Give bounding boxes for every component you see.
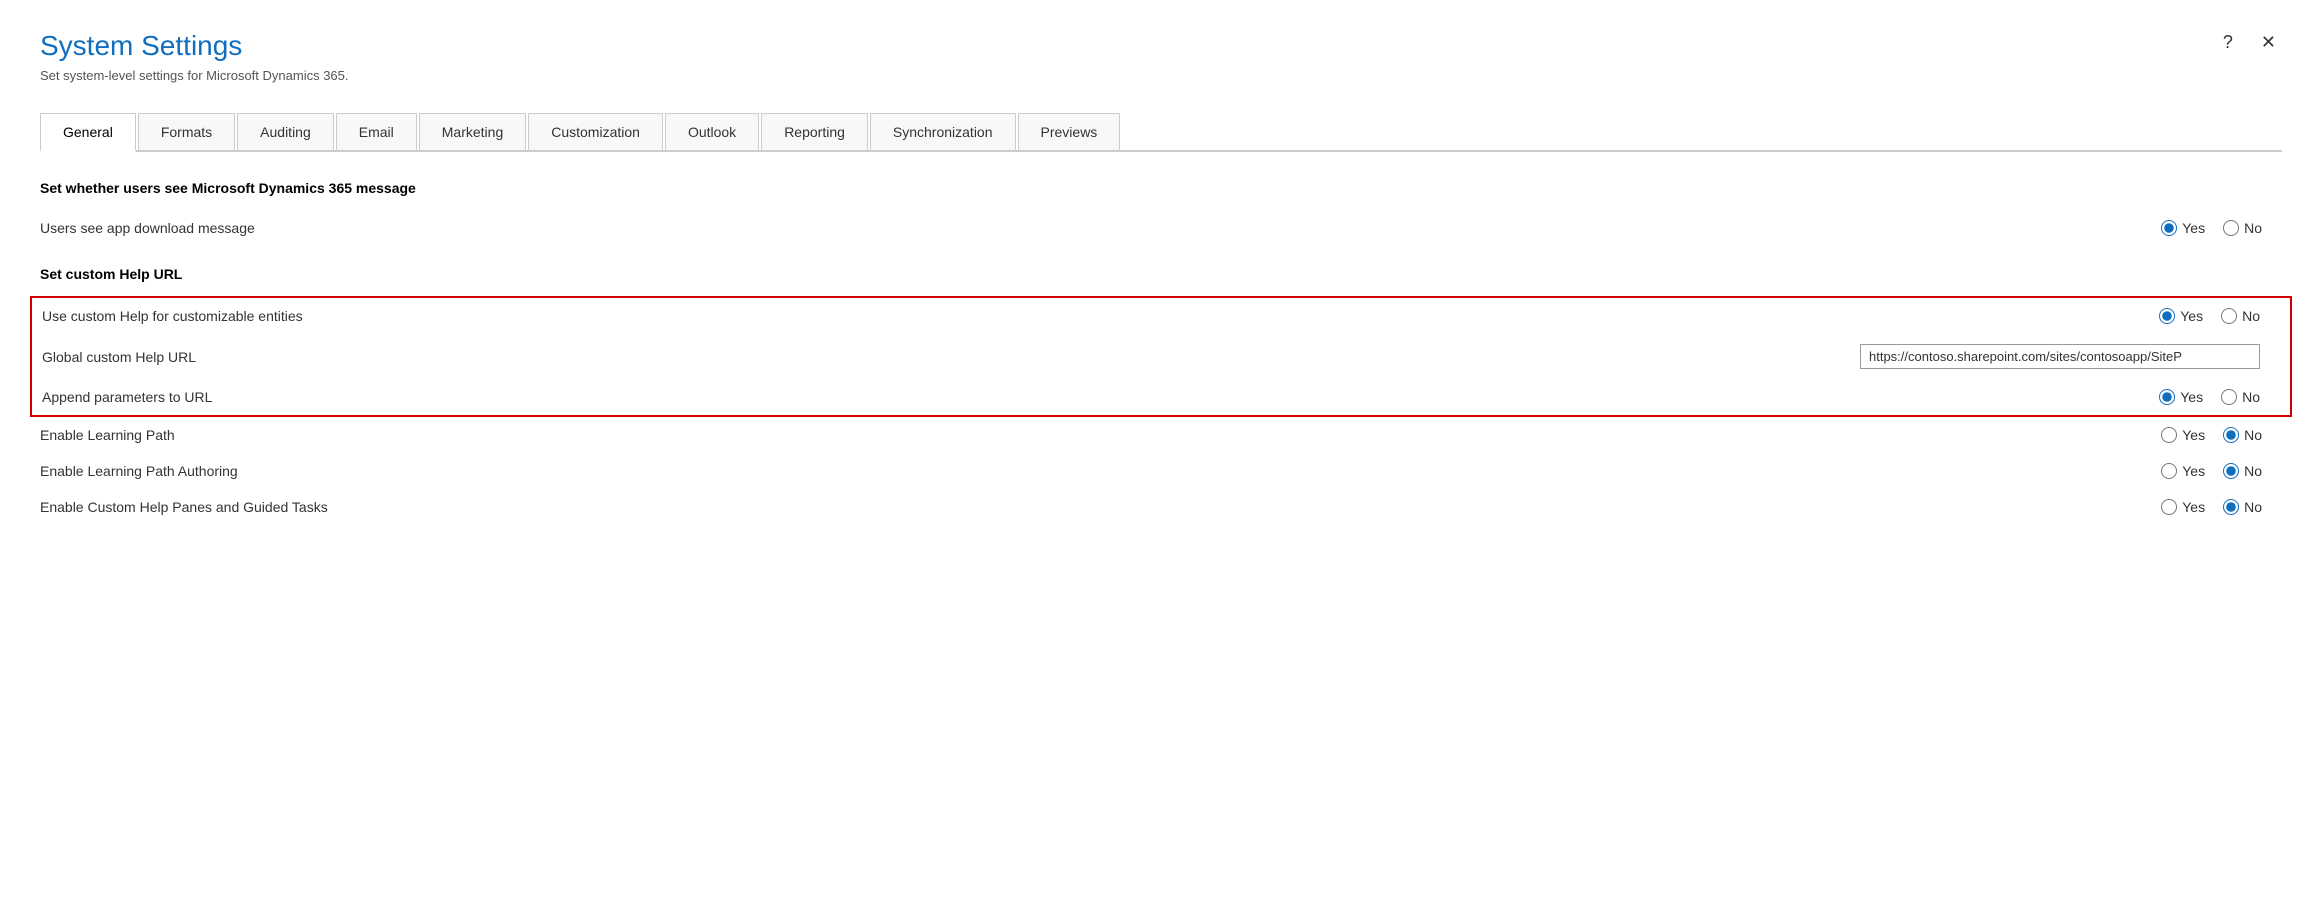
app-download-yes-label: Yes: [2182, 220, 2205, 236]
use-custom-help-no-label: No: [2242, 308, 2260, 324]
tab-email[interactable]: Email: [336, 113, 417, 150]
use-custom-help-control: Yes No: [2000, 308, 2280, 324]
enable-custom-help-panes-label: Enable Custom Help Panes and Guided Task…: [40, 499, 2002, 515]
app-download-message-label: Users see app download message: [40, 220, 2002, 236]
enable-learning-path-authoring-control: Yes No: [2002, 463, 2282, 479]
enable-learning-path-yes-label: Yes: [2182, 427, 2205, 443]
append-params-no-label: No: [2242, 389, 2260, 405]
page-container: ? ✕ System Settings Set system-level set…: [0, 0, 2322, 525]
enable-chp-no-radio[interactable]: [2223, 499, 2239, 515]
use-custom-help-row: Use custom Help for customizable entitie…: [42, 298, 2280, 334]
enable-lpa-yes-option[interactable]: Yes: [2161, 463, 2205, 479]
enable-custom-help-panes-row: Enable Custom Help Panes and Guided Task…: [40, 489, 2282, 525]
enable-learning-path-authoring-radio-group: Yes No: [2161, 463, 2262, 479]
app-download-message-control: Yes No: [2002, 220, 2282, 236]
custom-help-section-wrapper: Set custom Help URL Use custom Help for …: [40, 266, 2282, 417]
app-download-no-option[interactable]: No: [2223, 220, 2262, 236]
tab-outlook[interactable]: Outlook: [665, 113, 759, 150]
tabs-container: GeneralFormatsAuditingEmailMarketingCust…: [40, 113, 2282, 152]
enable-learning-path-no-label: No: [2244, 427, 2262, 443]
page-title: System Settings: [40, 30, 2282, 62]
window-controls: ? ✕: [2217, 30, 2282, 55]
use-custom-help-no-radio[interactable]: [2221, 308, 2237, 324]
global-help-url-label: Global custom Help URL: [42, 349, 1860, 365]
page-subtitle: Set system-level settings for Microsoft …: [40, 68, 2282, 83]
tab-auditing[interactable]: Auditing: [237, 113, 334, 150]
enable-chp-yes-option[interactable]: Yes: [2161, 499, 2205, 515]
enable-learning-path-yes-radio[interactable]: [2161, 427, 2177, 443]
app-download-message-row: Users see app download message Yes No: [40, 210, 2282, 246]
tab-reporting[interactable]: Reporting: [761, 113, 868, 150]
dynamics-message-section: Set whether users see Microsoft Dynamics…: [40, 180, 2282, 246]
use-custom-help-radio-group: Yes No: [2159, 308, 2260, 324]
enable-custom-help-panes-control: Yes No: [2002, 499, 2282, 515]
append-params-yes-label: Yes: [2180, 389, 2203, 405]
enable-chp-yes-label: Yes: [2182, 499, 2205, 515]
enable-custom-help-panes-radio-group: Yes No: [2161, 499, 2262, 515]
app-download-message-radio-group: Yes No: [2161, 220, 2262, 236]
enable-learning-path-no-radio[interactable]: [2223, 427, 2239, 443]
enable-learning-path-authoring-label: Enable Learning Path Authoring: [40, 463, 2002, 479]
use-custom-help-label: Use custom Help for customizable entitie…: [42, 308, 2000, 324]
tab-synchronization[interactable]: Synchronization: [870, 113, 1016, 150]
use-custom-help-yes-option[interactable]: Yes: [2159, 308, 2203, 324]
append-params-control: Yes No: [2000, 389, 2280, 405]
enable-lpa-no-option[interactable]: No: [2223, 463, 2262, 479]
append-params-yes-option[interactable]: Yes: [2159, 389, 2203, 405]
header-area: System Settings Set system-level setting…: [40, 30, 2282, 83]
append-params-row: Append parameters to URL Yes No: [42, 379, 2280, 415]
help-button[interactable]: ?: [2217, 30, 2239, 55]
close-button[interactable]: ✕: [2255, 30, 2282, 55]
enable-learning-path-control: Yes No: [2002, 427, 2282, 443]
use-custom-help-yes-radio[interactable]: [2159, 308, 2175, 324]
enable-learning-path-yes-option[interactable]: Yes: [2161, 427, 2205, 443]
dynamics-message-heading: Set whether users see Microsoft Dynamics…: [40, 180, 2282, 196]
custom-help-highlighted-section: Use custom Help for customizable entitie…: [30, 296, 2292, 417]
enable-learning-path-authoring-row: Enable Learning Path Authoring Yes No: [40, 453, 2282, 489]
app-download-no-radio[interactable]: [2223, 220, 2239, 236]
tab-previews[interactable]: Previews: [1018, 113, 1121, 150]
enable-learning-path-label: Enable Learning Path: [40, 427, 2002, 443]
content-area: Set whether users see Microsoft Dynamics…: [40, 152, 2282, 525]
enable-lpa-no-radio[interactable]: [2223, 463, 2239, 479]
append-params-radio-group: Yes No: [2159, 389, 2260, 405]
learning-section: Enable Learning Path Yes No: [40, 417, 2282, 525]
use-custom-help-yes-label: Yes: [2180, 308, 2203, 324]
enable-learning-path-radio-group: Yes No: [2161, 427, 2262, 443]
global-help-url-row: Global custom Help URL: [42, 334, 2280, 379]
custom-help-heading: Set custom Help URL: [40, 266, 2282, 282]
app-download-yes-option[interactable]: Yes: [2161, 220, 2205, 236]
enable-lpa-yes-radio[interactable]: [2161, 463, 2177, 479]
append-params-no-option[interactable]: No: [2221, 389, 2260, 405]
global-help-url-input[interactable]: [1860, 344, 2260, 369]
tab-customization[interactable]: Customization: [528, 113, 663, 150]
tab-general[interactable]: General: [40, 113, 136, 152]
tab-marketing[interactable]: Marketing: [419, 113, 526, 150]
app-download-yes-radio[interactable]: [2161, 220, 2177, 236]
append-params-no-radio[interactable]: [2221, 389, 2237, 405]
tab-formats[interactable]: Formats: [138, 113, 235, 150]
use-custom-help-no-option[interactable]: No: [2221, 308, 2260, 324]
enable-lpa-no-label: No: [2244, 463, 2262, 479]
enable-chp-no-label: No: [2244, 499, 2262, 515]
append-params-yes-radio[interactable]: [2159, 389, 2175, 405]
app-download-no-label: No: [2244, 220, 2262, 236]
enable-chp-yes-radio[interactable]: [2161, 499, 2177, 515]
global-help-url-control: [1860, 344, 2280, 369]
enable-learning-path-no-option[interactable]: No: [2223, 427, 2262, 443]
enable-lpa-yes-label: Yes: [2182, 463, 2205, 479]
enable-chp-no-option[interactable]: No: [2223, 499, 2262, 515]
append-params-label: Append parameters to URL: [42, 389, 2000, 405]
enable-learning-path-row: Enable Learning Path Yes No: [40, 417, 2282, 453]
